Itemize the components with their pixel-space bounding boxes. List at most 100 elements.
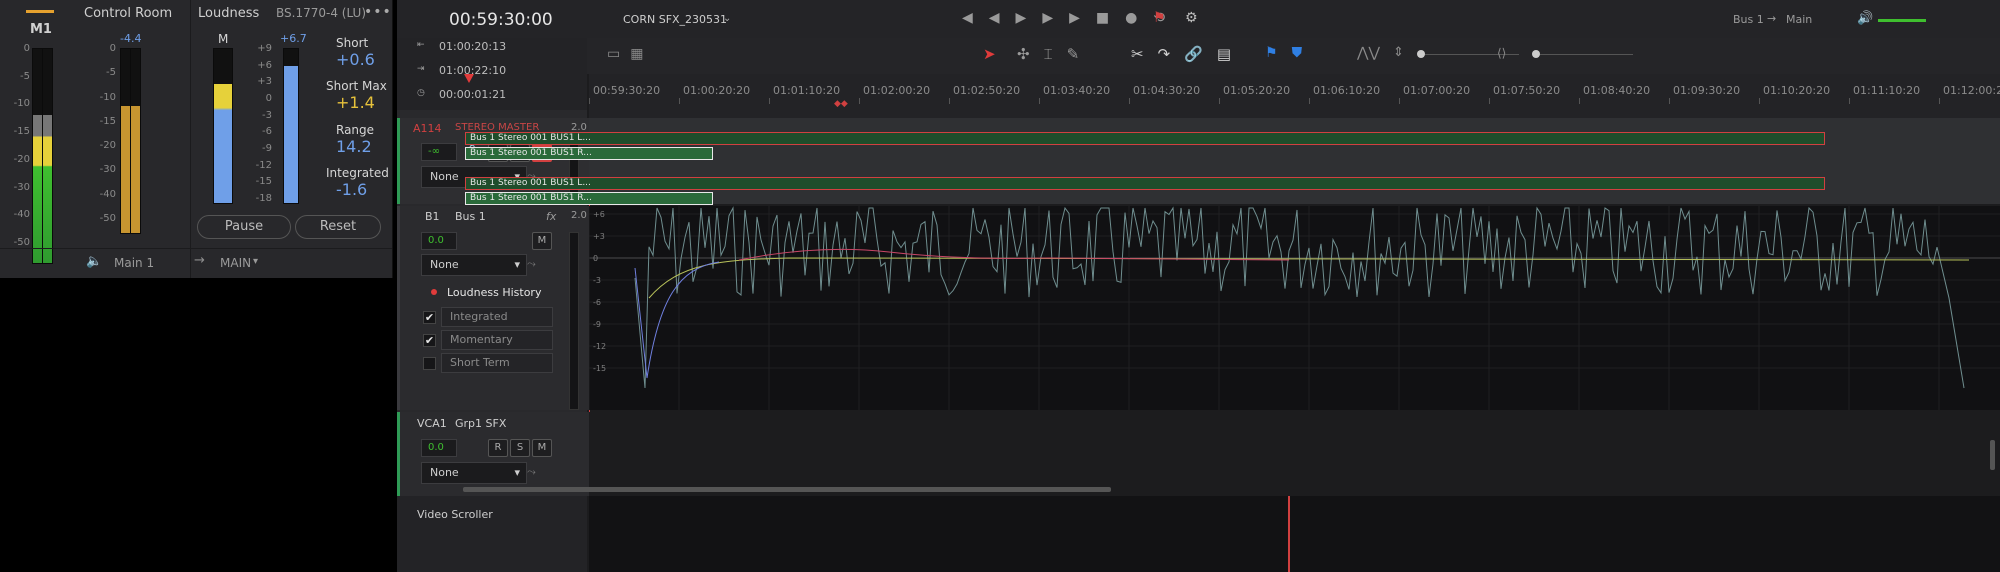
record-arm-icon[interactable]: ⚑ <box>1153 10 1166 26</box>
trim-tool-icon[interactable]: ⌶ <box>1044 45 1067 63</box>
meter-scale-tick: 0 <box>109 43 116 54</box>
loudness-graph-lane: +6 +3 0 -3 -6 -9 -12 -15 <box>589 206 2000 410</box>
vca-solo-button[interactable]: S <box>510 439 530 457</box>
b1-mute-button[interactable]: M <box>532 232 552 250</box>
vca-record-button[interactable]: R <box>488 439 508 457</box>
snap-icon[interactable]: ↷ <box>1158 45 1185 63</box>
fast-forward-icon[interactable]: ▶▶ <box>1016 10 1070 26</box>
vca-volume[interactable]: 0.0 <box>421 439 457 457</box>
duration-icon: ◷ <box>417 88 425 98</box>
bus-label[interactable]: Bus 1 <box>1733 13 1764 26</box>
waveform-view-icon[interactable]: ▤ <box>1217 45 1245 63</box>
automation-icon[interactable]: ⚙ <box>1185 10 1198 26</box>
vca-effects-dropdown[interactable]: None ▾ <box>421 462 527 484</box>
ruler-tick <box>859 98 860 104</box>
ruler-tick <box>1309 98 1310 104</box>
grid-icon[interactable]: ▦ <box>630 46 653 62</box>
m1-meter-left-fill <box>33 114 42 263</box>
arrow-right-icon: → <box>194 253 205 268</box>
control-room-peak: -4.4 <box>120 32 142 45</box>
ellipsis-icon[interactable]: ••• <box>364 4 392 20</box>
main-out-label[interactable]: MAIN <box>220 256 251 270</box>
chevron-down-icon[interactable]: ▾ <box>253 256 258 267</box>
b1-track-name[interactable]: Bus 1 <box>455 210 486 223</box>
vca-mute-button[interactable]: M <box>532 439 552 457</box>
meter-scale-tick: -5 <box>106 67 116 79</box>
a1-clip-1-selected[interactable]: Bus 1 Stereo 001 BUS1 R... <box>465 147 713 160</box>
vertical-scrollbar[interactable] <box>1990 440 1995 470</box>
short-term-option[interactable]: Short Term <box>441 353 553 373</box>
loudness-standard[interactable]: BS.1770-4 (LU) <box>276 6 366 20</box>
link-icon[interactable]: 🔗 <box>1184 45 1217 63</box>
vca-automation-icon[interactable]: ⤳ <box>527 465 536 479</box>
meter-scale-tick: -30 <box>99 164 116 176</box>
a1-clip-1[interactable]: Bus 1 Stereo 001 BUS1 L... <box>465 132 1825 145</box>
waveform-zoom-icon[interactable]: ⋀⋁ <box>1357 45 1380 61</box>
mark-in-tc[interactable]: 01:00:20:13 <box>439 40 506 53</box>
horizontal-zoom-icon[interactable]: ⟨⟩ <box>1497 46 1506 60</box>
speaker-icon[interactable]: 🔈 <box>86 254 102 269</box>
ruler-tick <box>1399 98 1400 104</box>
flag-icon[interactable]: ⛊ <box>1292 45 1317 61</box>
pen-tool-icon[interactable]: ✎ <box>1067 45 1094 63</box>
graph-ylabel: -12 <box>593 342 606 351</box>
marker-icon[interactable]: ⚑ <box>1265 45 1292 61</box>
ruler-tick-label: 01:01:10:20 <box>773 84 841 97</box>
layout-icon[interactable]: ▭ <box>607 46 630 62</box>
main-label[interactable]: Main <box>1786 13 1812 26</box>
a1-clip-2-selected[interactable]: Bus 1 Stereo 001 BUS1 R... <box>465 192 713 205</box>
video-scroller-playhead[interactable] <box>1288 496 1290 572</box>
horizontal-zoom-knob[interactable] <box>1532 50 1540 58</box>
short-term-checkbox[interactable] <box>423 357 436 370</box>
volume-icon[interactable]: 🔊 <box>1857 11 1873 26</box>
integrated-option[interactable]: Integrated <box>441 307 553 327</box>
meter-scale-tick: -12 <box>255 159 272 171</box>
range-tool-icon[interactable]: ✣ <box>1017 45 1044 63</box>
master-volume-slider[interactable] <box>1878 19 1926 22</box>
horizontal-zoom-slider[interactable] <box>1533 54 1633 55</box>
duration-tc[interactable]: 00:00:01:21 <box>439 88 506 101</box>
vertical-zoom-knob[interactable] <box>1417 50 1425 58</box>
monitor-label[interactable]: Main 1 <box>114 256 154 270</box>
timecode-display[interactable]: 00:59:30:00 <box>449 10 553 30</box>
playhead-icon[interactable] <box>464 74 474 83</box>
reset-button[interactable]: Reset <box>295 215 381 239</box>
graph-ylabel: -6 <box>593 298 601 307</box>
b1-volume[interactable]: 0.0 <box>421 232 457 250</box>
rewind-icon[interactable]: ◀◀ <box>962 10 1016 26</box>
ruler-tick <box>1219 98 1220 104</box>
a1-clip-2[interactable]: Bus 1 Stereo 001 BUS1 L... <box>465 177 1825 190</box>
meter-scale-tick: -10 <box>99 91 116 103</box>
pointer-tool-icon[interactable]: ➤ <box>983 45 996 63</box>
vca-none-label: None <box>430 466 459 479</box>
marker-flags-icon[interactable]: ◆◆ <box>834 99 848 109</box>
stop-icon[interactable]: ■ <box>1096 10 1125 26</box>
b1-fx-icon[interactable]: fx <box>546 210 556 223</box>
video-scroller-lane[interactable] <box>589 496 2000 572</box>
timeline-scrollbar[interactable] <box>463 487 1111 492</box>
razor-icon[interactable]: ✂ <box>1131 45 1158 63</box>
momentary-option[interactable]: Momentary <box>441 330 553 350</box>
timeline-chevron-icon[interactable]: ⌄ <box>723 13 731 24</box>
a1-volume[interactable]: -∞ <box>421 143 457 161</box>
vertical-zoom-icon[interactable]: ⇕ <box>1393 45 1404 60</box>
momentary-checkbox[interactable]: ✔ <box>423 334 436 347</box>
b1-effects-dropdown[interactable]: None ▾ <box>421 254 527 276</box>
loudness-history-label[interactable]: Loudness History <box>447 286 541 299</box>
view-icons: ▭▦ <box>607 46 653 62</box>
range-label: Range <box>336 123 375 137</box>
integrated-checkbox[interactable]: ✔ <box>423 311 436 324</box>
arrow-right-icon-2: → <box>1767 12 1777 25</box>
meter-scale-tick: +3 <box>257 76 272 88</box>
ruler-tick-label: 01:03:40:20 <box>1043 84 1111 97</box>
record-icon[interactable]: ● <box>1125 10 1153 26</box>
timeline-name[interactable]: CORN SFX_230531 <box>623 13 727 26</box>
a1-id: A1 <box>413 122 428 135</box>
b1-none-label: None <box>430 258 459 271</box>
marker-tools: ⚑⛊ <box>1265 45 1316 61</box>
m1-meter-right <box>42 48 53 264</box>
pause-button[interactable]: Pause <box>197 215 291 239</box>
play-icon[interactable]: ▶ <box>1069 10 1096 26</box>
b1-automation-icon[interactable]: ⤳ <box>527 257 536 271</box>
vca-track-name[interactable]: Grp1 SFX <box>455 417 506 430</box>
